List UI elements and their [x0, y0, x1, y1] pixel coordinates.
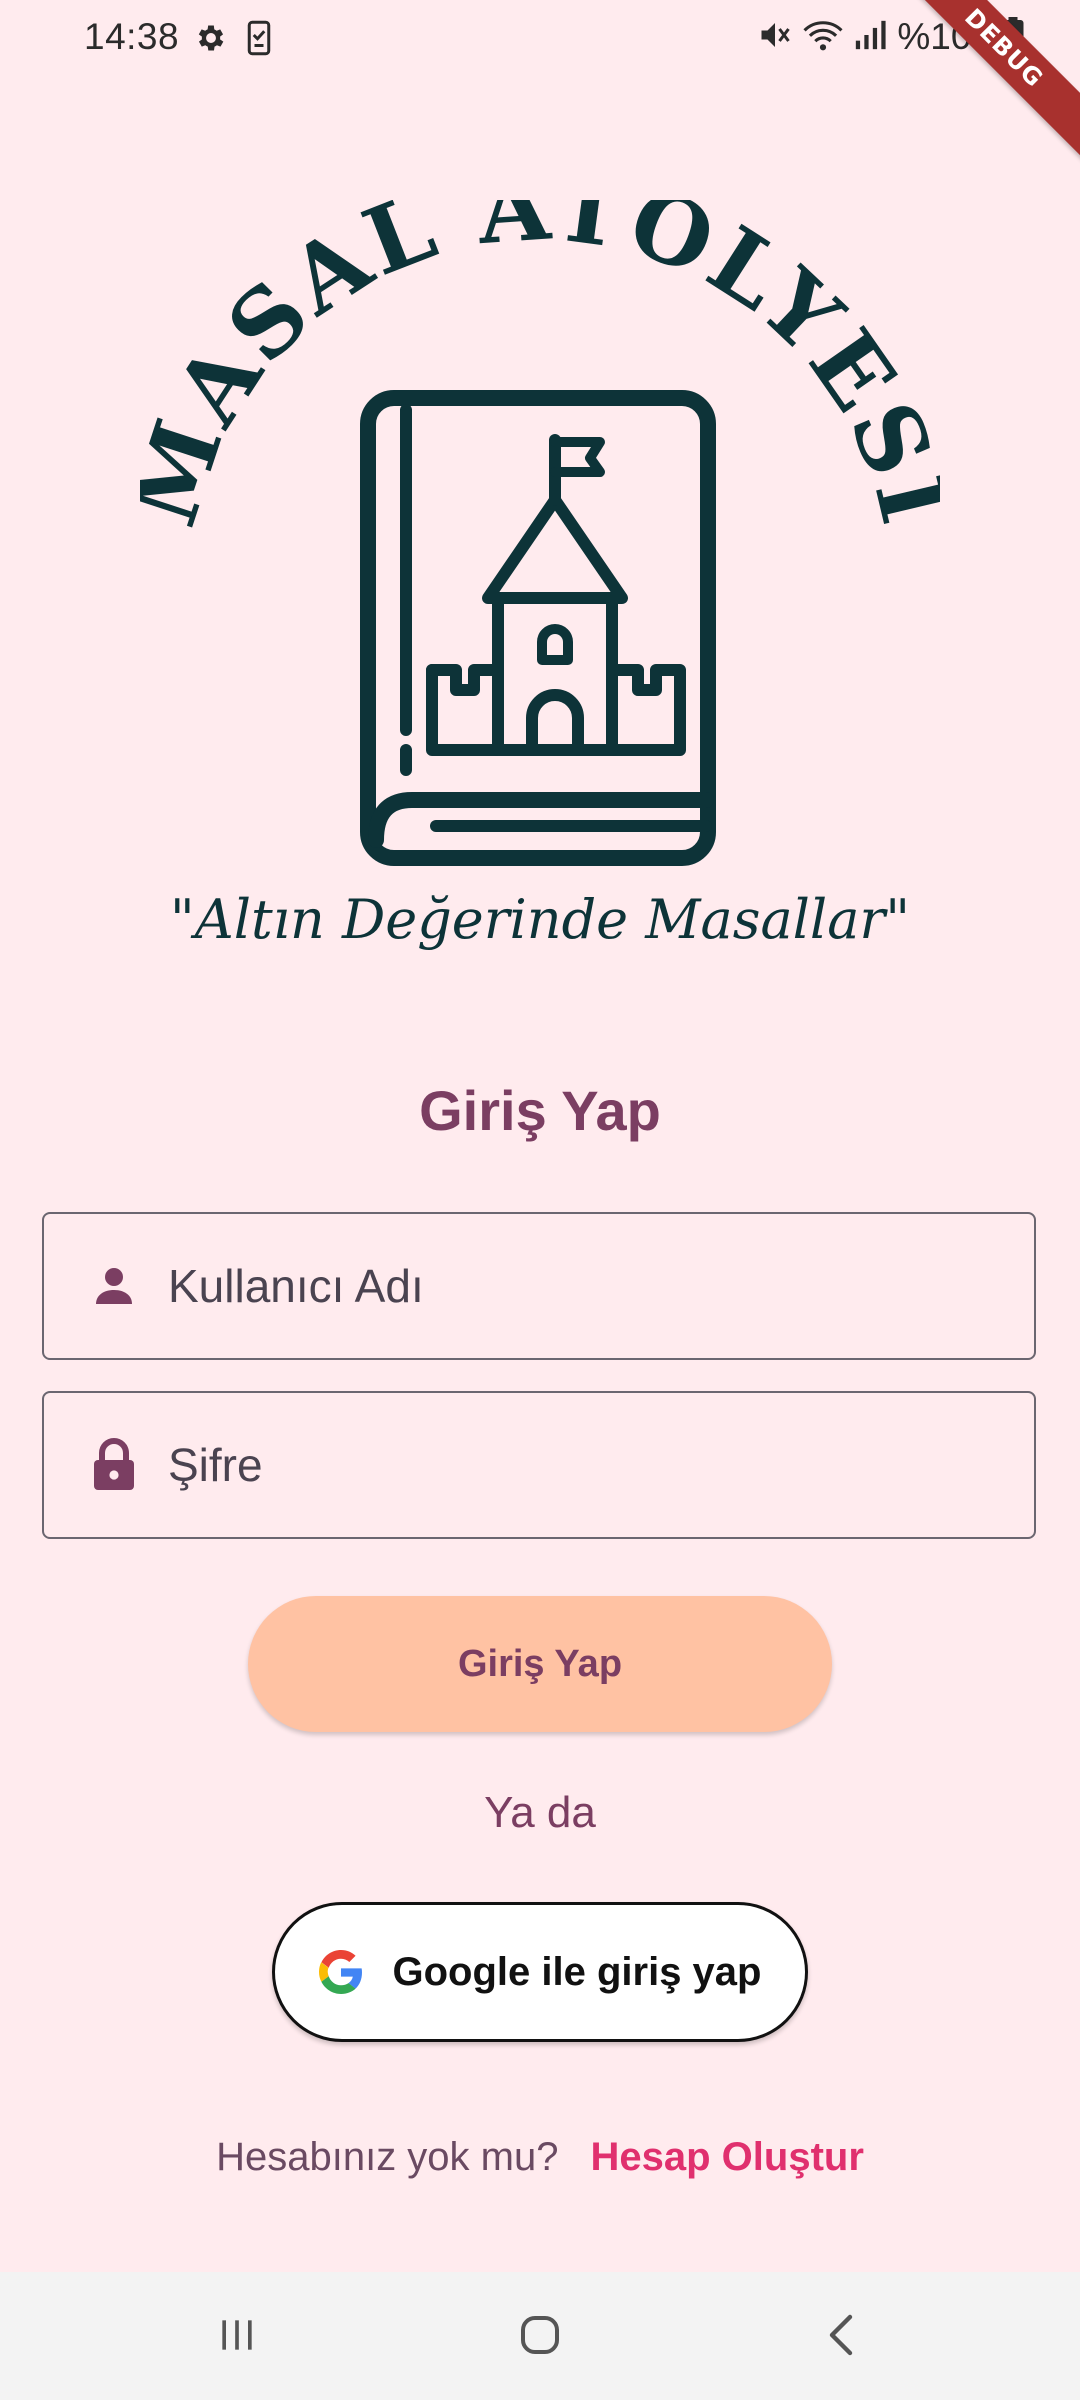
mute-icon	[757, 17, 793, 58]
status-bar: 14:38 %100	[0, 0, 1080, 78]
username-field[interactable]: Kullanıcı Adı	[42, 1212, 1036, 1360]
status-left-icons	[194, 20, 272, 61]
phone-check-icon	[246, 20, 272, 61]
google-g-icon	[318, 1950, 363, 1994]
wifi-icon	[803, 17, 843, 58]
lock-icon	[84, 1435, 144, 1495]
signup-row: Hesabınız yok mu? Hesap Oluştur	[0, 2135, 1080, 2180]
username-placeholder: Kullanıcı Adı	[168, 1260, 424, 1312]
password-field[interactable]: Şifre	[42, 1391, 1036, 1539]
status-time: 14:38	[84, 16, 180, 57]
login-title: Giriş Yap	[419, 1079, 661, 1142]
password-placeholder: Şifre	[168, 1439, 263, 1491]
home-icon	[516, 2311, 564, 2364]
settings-gear-icon	[194, 21, 228, 60]
logo-tagline: "Altın Değerinde Masallar"	[170, 888, 910, 951]
back-icon	[822, 2311, 862, 2364]
castle-book-icon	[360, 390, 716, 866]
no-account-text: Hesabınız yok mu?	[216, 2135, 559, 2179]
google-signin-label: Google ile giriş yap	[392, 1949, 762, 1994]
divider-text: Ya da	[484, 1788, 596, 1837]
google-signin-button[interactable]: Google ile giriş yap	[272, 1902, 808, 2042]
recents-icon	[215, 2313, 259, 2362]
signal-icon	[853, 18, 887, 57]
app-logo: MASAL ATÖLYESİ "Altın Değer	[109, 152, 966, 990]
create-account-link[interactable]: Hesap Oluştur	[590, 2135, 863, 2180]
home-button[interactable]	[500, 2302, 580, 2372]
logo-title: MASAL ATÖLYESİ	[140, 200, 940, 538]
person-icon	[84, 1256, 144, 1316]
back-button[interactable]	[802, 2302, 882, 2372]
recents-button[interactable]	[197, 2302, 277, 2372]
system-nav-bar	[0, 2272, 1080, 2400]
login-button[interactable]: Giriş Yap	[248, 1596, 832, 1732]
